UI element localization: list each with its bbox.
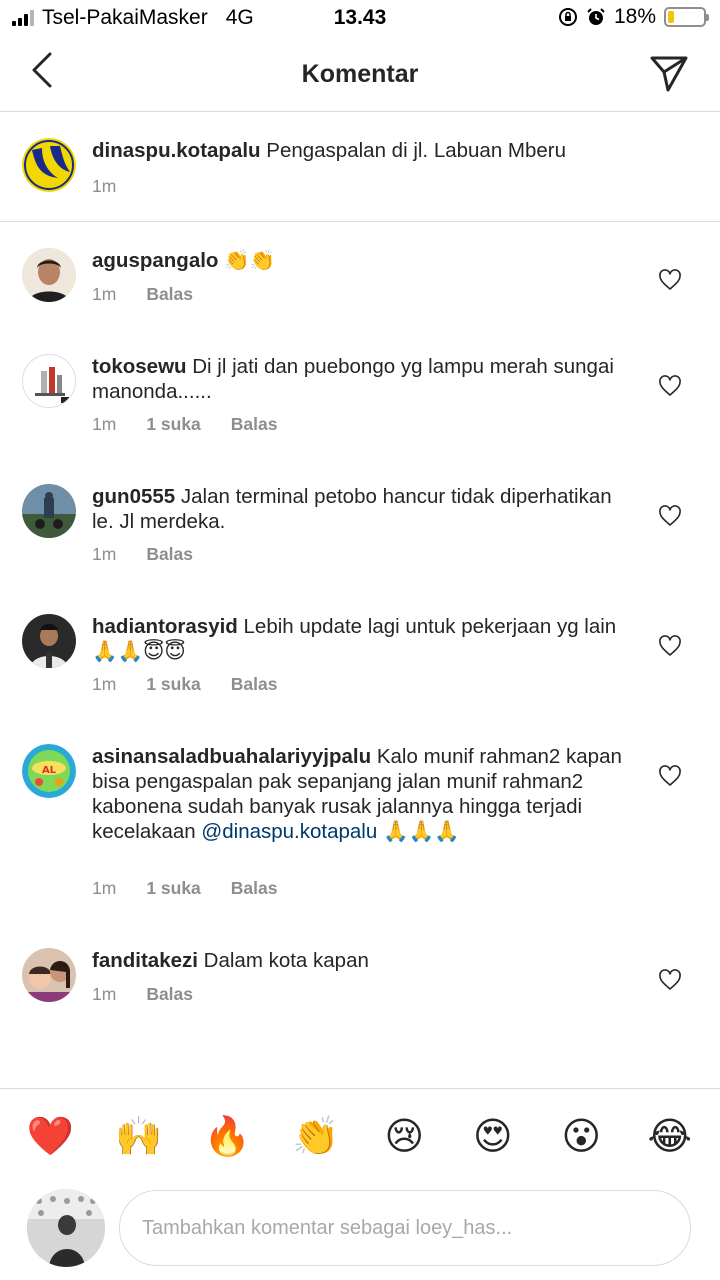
battery-percent: 18%	[613, 5, 656, 28]
comment-text: aguspangalo 👏👏	[92, 248, 624, 273]
reply-button[interactable]: Balas	[146, 544, 193, 565]
avatar[interactable]	[22, 138, 76, 192]
comment-time: 1m	[92, 284, 117, 304]
comment-body: Dalam kota kapan	[203, 949, 369, 972]
emoji-fire-button[interactable]: 🔥	[197, 1115, 257, 1159]
caption-body: Pengaspalan di jl. Labuan Mberu	[266, 139, 567, 162]
comment-time: 1m	[92, 878, 117, 898]
emoji-heart-eyes-button[interactable]: 😍	[463, 1114, 523, 1159]
avatar[interactable]	[22, 354, 76, 408]
comment-text: fanditakezi Dalam kota kapan	[92, 948, 624, 973]
alarm-icon	[587, 8, 605, 25]
comment-meta: 1m Balas	[92, 544, 193, 565]
comment-time: 1m	[92, 984, 117, 1004]
emoji-crying-button[interactable]: 😢	[374, 1114, 434, 1159]
comment-composer	[0, 1184, 720, 1280]
heart-icon[interactable]	[658, 968, 682, 992]
emoji-reaction-bar: ❤️ 🙌 🔥 👏 😢 😍 😮 😂	[0, 1088, 720, 1184]
svg-text:AL: AL	[42, 765, 57, 776]
heart-icon[interactable]	[658, 268, 682, 292]
emoji-clap-button[interactable]: 👏	[286, 1115, 346, 1159]
avatar[interactable]	[22, 248, 76, 302]
reply-button[interactable]: Balas	[231, 674, 278, 695]
comment-text: asinansaladbuahalariyyjpalu Kalo munif r…	[92, 744, 624, 844]
reply-button[interactable]: Balas	[146, 284, 193, 305]
comment-body-suffix: 🙏🙏🙏	[382, 820, 460, 843]
header: Komentar	[0, 36, 720, 112]
post-caption: dinaspu.kotapalu Pengaspalan di jl. Labu…	[0, 112, 720, 222]
comment-time: 1m	[92, 544, 117, 564]
paper-plane-icon[interactable]	[646, 52, 690, 96]
likes-count[interactable]: 1 suka	[146, 674, 200, 695]
comment-meta: 1m 1 suka Balas	[92, 674, 278, 695]
comment-meta: 1m Balas	[92, 984, 193, 1005]
likes-count[interactable]: 1 suka	[146, 878, 200, 899]
emoji-laughing-button[interactable]: 😂	[640, 1114, 700, 1159]
comment-time: 1m	[92, 674, 117, 694]
heart-icon[interactable]	[658, 634, 682, 658]
reply-button[interactable]: Balas	[231, 878, 278, 899]
caption-time: 1m	[92, 176, 117, 196]
caption-text: dinaspu.kotapalu Pengaspalan di jl. Labu…	[92, 138, 624, 163]
comment-input[interactable]	[119, 1190, 691, 1266]
heart-icon[interactable]	[658, 504, 682, 528]
comment-meta: 1m 1 suka Balas	[92, 414, 278, 435]
reply-button[interactable]: Balas	[146, 984, 193, 1005]
avatar[interactable]: AL	[22, 744, 76, 798]
comment-text: gun0555 Jalan terminal petobo hancur tid…	[92, 484, 624, 534]
comment-time: 1m	[92, 414, 117, 434]
mention-link[interactable]: @dinaspu.kotapalu	[201, 820, 377, 843]
avatar[interactable]	[22, 484, 76, 538]
comment-meta: 1m 1 suka Balas	[92, 878, 278, 899]
comment-meta: 1m Balas	[92, 284, 193, 305]
comment-username[interactable]: fanditakezi	[92, 949, 198, 972]
emoji-surprised-button[interactable]: 😮	[551, 1114, 611, 1159]
emoji-heart-button[interactable]: ❤️	[20, 1115, 80, 1159]
avatar[interactable]	[27, 1189, 105, 1267]
status-bar: Tsel-PakaiMasker 4G 13.43 18%	[0, 0, 720, 36]
avatar[interactable]	[22, 948, 76, 1002]
emoji-raising-hands-button[interactable]: 🙌	[109, 1115, 169, 1159]
heart-icon[interactable]	[658, 374, 682, 398]
rotation-lock-icon	[558, 8, 577, 26]
caption-username[interactable]: dinaspu.kotapalu	[92, 139, 261, 162]
battery-icon	[664, 7, 709, 27]
reply-button[interactable]: Balas	[231, 414, 278, 435]
comment-text: hadiantorasyid Lebih update lagi untuk p…	[92, 614, 624, 664]
comment-username[interactable]: tokosewu	[92, 355, 187, 378]
comment-username[interactable]: asinansaladbuahalariyyjpalu	[92, 745, 371, 768]
heart-icon[interactable]	[658, 764, 682, 788]
comment-text: tokosewu Di jl jati dan puebongo yg lamp…	[92, 354, 624, 404]
avatar[interactable]	[22, 614, 76, 668]
comment-username[interactable]: gun0555	[92, 485, 175, 508]
page-title: Komentar	[301, 60, 419, 88]
comment-username[interactable]: aguspangalo	[92, 249, 218, 272]
caption-meta: 1m	[92, 176, 116, 197]
comment-username[interactable]: hadiantorasyid	[92, 615, 238, 638]
status-right: 18%	[558, 5, 709, 29]
likes-count[interactable]: 1 suka	[146, 414, 200, 435]
comment-body: 👏👏	[224, 249, 276, 272]
